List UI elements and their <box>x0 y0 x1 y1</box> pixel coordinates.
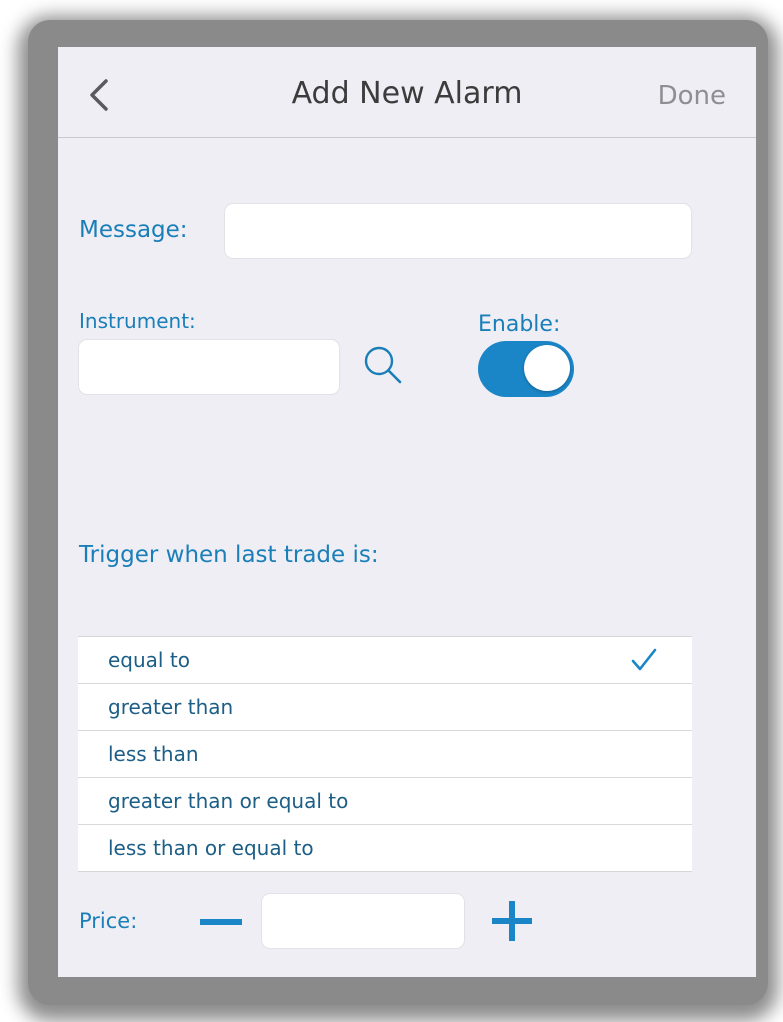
trigger-option-greater-than-or-equal-to[interactable]: greater than or equal to <box>78 778 692 825</box>
instrument-input[interactable] <box>78 339 340 395</box>
option-label: greater than <box>108 695 234 719</box>
back-button[interactable] <box>82 73 122 117</box>
message-label: Message: <box>79 217 188 243</box>
app-screen: Add New Alarm Done Message: Instrument: … <box>58 47 756 977</box>
price-label: Price: <box>79 909 138 933</box>
price-increment-button[interactable] <box>488 897 536 945</box>
instrument-search-button[interactable] <box>358 340 406 388</box>
message-input[interactable] <box>224 203 692 259</box>
option-label: equal to <box>108 648 190 672</box>
trigger-option-less-than-or-equal-to[interactable]: less than or equal to <box>78 825 692 871</box>
option-label: less than <box>108 742 199 766</box>
enable-toggle[interactable] <box>478 341 574 397</box>
trigger-option-less-than[interactable]: less than <box>78 731 692 778</box>
option-label: greater than or equal to <box>108 789 349 813</box>
trigger-option-equal-to[interactable]: equal to <box>78 637 692 684</box>
trigger-label: Trigger when last trade is: <box>79 542 379 568</box>
trigger-option-greater-than[interactable]: greater than <box>78 684 692 731</box>
price-decrement-button[interactable] <box>198 902 244 942</box>
instrument-label: Instrument: <box>79 309 196 333</box>
search-icon <box>364 346 402 384</box>
option-label: less than or equal to <box>108 836 314 860</box>
page-title: Add New Alarm <box>291 76 523 111</box>
toggle-knob <box>524 345 570 391</box>
chevron-left-icon <box>90 79 108 111</box>
price-input[interactable] <box>261 893 465 949</box>
navigation-bar: Add New Alarm Done <box>58 47 756 138</box>
done-button[interactable]: Done <box>658 81 726 111</box>
checkmark-icon <box>631 648 657 671</box>
trigger-options-list: equal to greater than less than greater … <box>78 636 692 872</box>
enable-label: Enable: <box>478 312 561 337</box>
plus-icon <box>492 901 532 941</box>
minus-icon <box>200 919 242 925</box>
